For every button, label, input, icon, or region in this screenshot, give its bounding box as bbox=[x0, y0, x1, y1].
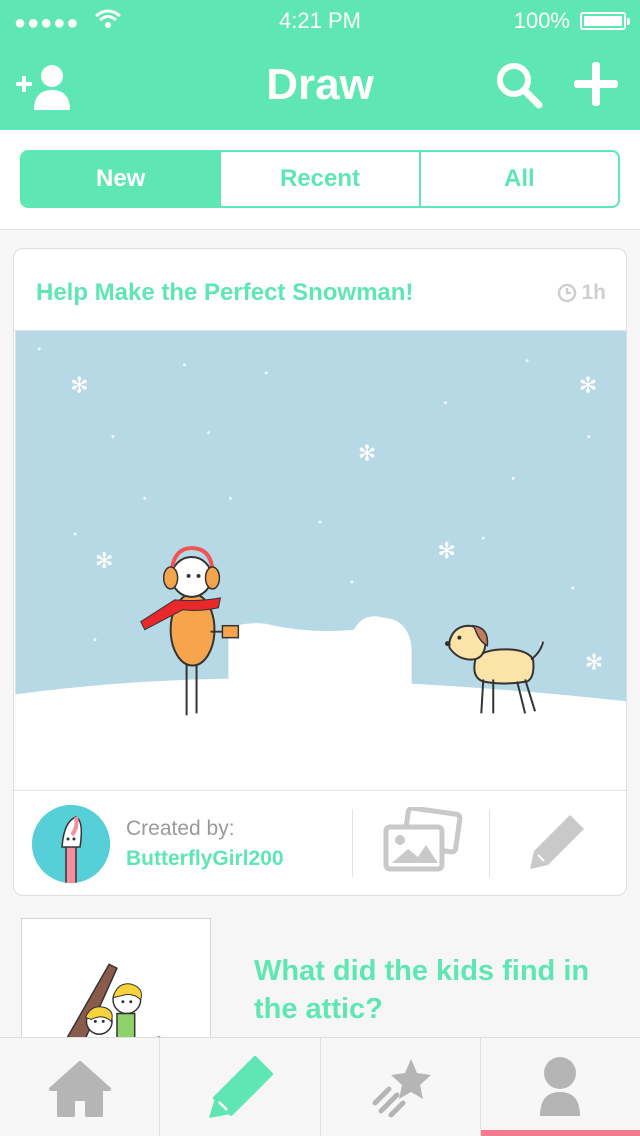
svg-text:✻: ✻ bbox=[585, 651, 603, 676]
divider bbox=[489, 809, 490, 877]
app-header: ●●●●● 4:21 PM 100% Draw bbox=[0, 0, 640, 130]
card-title[interactable]: Help Make the Perfect Snowman! bbox=[36, 279, 413, 307]
snowman-illustration[interactable]: ✻ ✻ ✻ ✻ ✻ ✻ bbox=[14, 330, 627, 791]
bottom-tab-bar bbox=[0, 1037, 640, 1136]
tab-new[interactable]: New bbox=[22, 152, 220, 206]
plus-icon[interactable] bbox=[572, 60, 620, 108]
svg-text:✻: ✻ bbox=[70, 374, 88, 399]
segmented-control: New Recent All bbox=[20, 150, 620, 208]
battery-icon bbox=[580, 12, 630, 30]
draw-pencil-icon bbox=[208, 1056, 273, 1118]
svg-text:✻: ✻ bbox=[95, 549, 113, 574]
gallery-icon[interactable] bbox=[380, 807, 464, 877]
created-by-label: Created by: bbox=[126, 817, 235, 840]
tab-home[interactable] bbox=[0, 1038, 159, 1136]
status-bar: ●●●●● 4:21 PM 100% bbox=[0, 0, 640, 42]
profile-icon bbox=[540, 1057, 581, 1116]
next-item-title[interactable]: What did the kids find in the attic? bbox=[254, 952, 614, 1028]
tab-draw[interactable] bbox=[159, 1038, 319, 1136]
card-time: 1h bbox=[557, 281, 606, 305]
home-icon bbox=[48, 1061, 111, 1117]
svg-text:✻: ✻ bbox=[437, 539, 455, 564]
svg-text:✻: ✻ bbox=[358, 441, 376, 466]
shooting-star-icon bbox=[372, 1059, 432, 1118]
tab-recent[interactable]: Recent bbox=[219, 152, 418, 206]
card-time-text: 1h bbox=[581, 281, 606, 304]
search-icon[interactable] bbox=[494, 60, 544, 110]
avatar[interactable] bbox=[32, 805, 110, 883]
tab-all[interactable]: All bbox=[418, 152, 618, 206]
filter-bar: New Recent All bbox=[0, 130, 640, 230]
page-title: Draw bbox=[266, 60, 374, 109]
pencil-icon[interactable] bbox=[526, 811, 588, 873]
tab-explore[interactable] bbox=[319, 1038, 480, 1136]
tab-profile[interactable] bbox=[479, 1038, 640, 1136]
clock-icon bbox=[558, 283, 577, 303]
divider bbox=[352, 809, 353, 877]
creator-name[interactable]: ButterflyGirl200 bbox=[126, 847, 284, 871]
battery-percent: 100% bbox=[513, 8, 570, 33]
card-footer: Created by: ButterflyGirl200 bbox=[14, 791, 626, 895]
next-item-thumbnail[interactable] bbox=[21, 918, 211, 1048]
svg-text:✻: ✻ bbox=[579, 374, 597, 399]
drawing-card[interactable]: Help Make the Perfect Snowman! 1h ✻ ✻ ✻ ✻ … bbox=[13, 248, 627, 896]
